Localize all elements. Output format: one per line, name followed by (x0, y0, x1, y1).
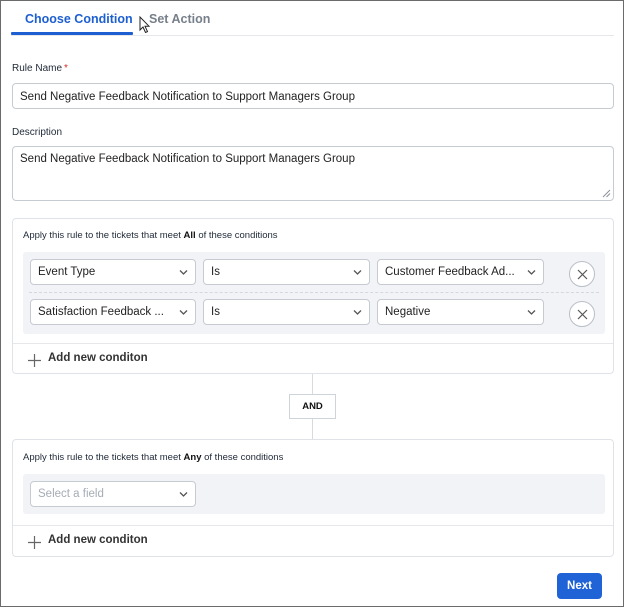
active-tab-indicator (11, 32, 133, 35)
all-title-keyword: All (183, 230, 196, 241)
condition-field-select[interactable]: Satisfaction Feedback ... (30, 299, 196, 325)
plus-icon (28, 536, 41, 549)
remove-condition-button[interactable] (569, 301, 595, 327)
condition-value-text: Negative (385, 306, 431, 318)
condition-list: Event Type Is Customer Feedback Ad... Sa… (23, 252, 605, 334)
condition-row: Event Type Is Customer Feedback Ad... (23, 252, 605, 292)
tab-bar: Choose Condition Set Action (11, 1, 614, 36)
remove-condition-button[interactable] (569, 261, 595, 287)
rule-name-label: Rule Name * (12, 63, 68, 74)
condition-row: Satisfaction Feedback ... Is Negative (23, 292, 605, 332)
any-conditions-title: Apply this rule to the tickets that meet… (23, 452, 283, 463)
close-icon (577, 309, 588, 320)
close-icon (577, 269, 588, 280)
rule-name-value: Send Negative Feedback Notification to S… (20, 91, 355, 103)
all-title-suffix: of these conditions (198, 230, 278, 241)
chevron-down-icon (527, 310, 536, 315)
chevron-down-icon (179, 310, 188, 315)
connector-line (312, 374, 313, 394)
all-title-prefix: Apply this rule to the tickets that meet (23, 230, 181, 241)
chevron-down-icon (179, 492, 188, 497)
any-conditions-panel: Apply this rule to the tickets that meet… (12, 439, 614, 557)
rule-editor-window: Choose Condition Set Action Rule Name * S… (0, 0, 624, 607)
chevron-down-icon (353, 310, 362, 315)
plus-icon (28, 354, 41, 367)
condition-field-select[interactable]: Select a field (30, 481, 196, 507)
chevron-down-icon (179, 270, 188, 275)
tab-set-action[interactable]: Set Action (149, 12, 210, 26)
condition-operator-value: Is (211, 266, 220, 278)
chevron-down-icon (353, 270, 362, 275)
any-title-keyword: Any (183, 452, 202, 463)
condition-field-value: Event Type (38, 266, 96, 278)
condition-operator-value: Is (211, 306, 220, 318)
field-placeholder: Select a field (38, 488, 104, 500)
rule-name-input[interactable]: Send Negative Feedback Notification to S… (12, 83, 614, 109)
required-marker: * (64, 63, 68, 74)
description-textarea[interactable]: Send Negative Feedback Notification to S… (12, 146, 614, 201)
any-title-prefix: Apply this rule to the tickets that meet (23, 452, 181, 463)
all-conditions-title: Apply this rule to the tickets that meet… (23, 230, 278, 241)
all-conditions-panel: Apply this rule to the tickets that meet… (12, 218, 614, 374)
mouse-cursor-icon (139, 16, 151, 34)
condition-value-text: Customer Feedback Ad... (385, 266, 515, 278)
condition-value-select[interactable]: Customer Feedback Ad... (377, 259, 544, 285)
connector-line (312, 419, 313, 439)
condition-field-select[interactable]: Event Type (30, 259, 196, 285)
description-label: Description (12, 127, 63, 138)
rule-name-label-text: Rule Name (12, 63, 63, 74)
condition-value-select[interactable]: Negative (377, 299, 544, 325)
condition-list: Select a field (23, 474, 605, 514)
add-condition-button[interactable]: Add new conditon (13, 343, 613, 374)
chevron-down-icon (527, 270, 536, 275)
condition-operator-select[interactable]: Is (203, 259, 370, 285)
condition-operator-select[interactable]: Is (203, 299, 370, 325)
add-condition-label: Add new conditon (48, 352, 148, 364)
and-connector: AND (289, 394, 336, 419)
add-condition-button[interactable]: Add new conditon (13, 525, 613, 556)
condition-field-value: Satisfaction Feedback ... (38, 306, 164, 318)
next-button[interactable]: Next (557, 573, 602, 599)
resize-grip-icon[interactable] (602, 189, 611, 198)
tab-choose-condition[interactable]: Choose Condition (25, 12, 133, 26)
description-value: Send Negative Feedback Notification to S… (20, 153, 355, 165)
any-title-suffix: of these conditions (204, 452, 284, 463)
add-condition-label: Add new conditon (48, 534, 148, 546)
